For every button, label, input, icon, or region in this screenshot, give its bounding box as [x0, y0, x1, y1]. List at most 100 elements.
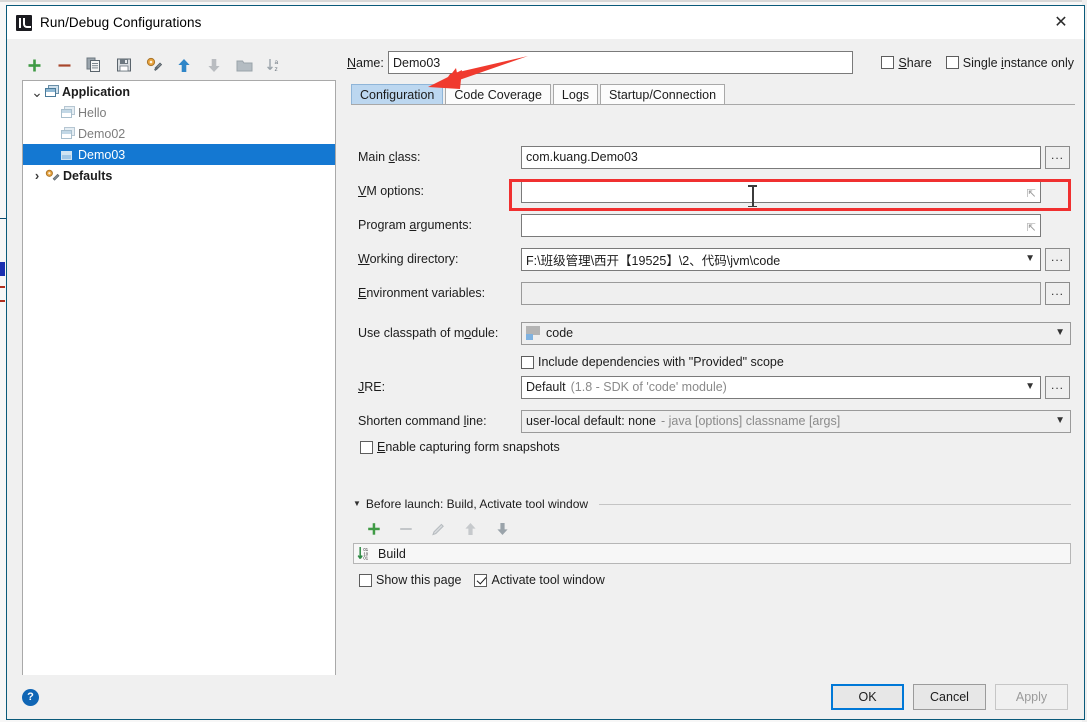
dialog-body: a z ⌄ Application Hello Demo02 Demo03 › Defaul… — [7, 39, 1084, 719]
run-debug-configurations-dialog: Run/Debug Configurations ✕ a z ⌄ Applica… — [6, 5, 1085, 720]
ok-button[interactable]: OK — [831, 684, 904, 710]
edit-defaults-button[interactable] — [141, 53, 167, 77]
dialog-action-buttons: OK Cancel Apply — [831, 684, 1068, 710]
configurations-tree[interactable]: ⌄ Application Hello Demo02 Demo03 › Defaults — [22, 80, 336, 718]
edit-task-button — [425, 517, 451, 541]
tab-configuration[interactable]: Configuration — [351, 84, 444, 105]
single-instance-checkbox[interactable]: Single instance only — [945, 56, 1074, 70]
show-this-page-label: Show this page — [376, 573, 462, 587]
use-classpath-of-module-input[interactable]: code ▼ — [521, 321, 1071, 345]
environment-variables-input[interactable] — [521, 281, 1041, 305]
working-directory-row: Working directory: F:\班级管理\西开【19525】\2、代… — [358, 247, 1070, 271]
save-configuration-button[interactable] — [111, 53, 137, 77]
configuration-editor-pane: Name: Share Single instance only Configu… — [347, 39, 1076, 719]
close-icon[interactable]: ✕ — [1038, 6, 1084, 38]
build-icon: 01 10 01 — [357, 546, 373, 561]
move-up-button[interactable] — [171, 53, 197, 77]
activate-tool-window-checkbox[interactable]: Activate tool window — [474, 573, 605, 587]
triangle-down-icon[interactable]: ▼ — [353, 500, 361, 508]
copy-configuration-button[interactable] — [81, 53, 107, 77]
dialog-footer: ? OK Cancel Apply — [7, 675, 1084, 719]
tree-item-demo03[interactable]: Demo03 — [23, 144, 335, 165]
before-launch-task-list[interactable]: 01 10 01 Build — [353, 543, 1071, 564]
name-row: Name: Share Single instance only — [347, 51, 1076, 74]
share-checkbox[interactable]: Share — [881, 55, 932, 70]
enable-capturing-form-snapshots-checkbox[interactable]: Enable capturing form snapshots — [360, 438, 560, 456]
task-move-up-button — [457, 517, 483, 541]
main-class-value: com.kuang.Demo03 — [526, 150, 638, 164]
working-directory-input[interactable]: F:\班级管理\西开【19525】\2、代码\jvm\code ▼ — [521, 247, 1041, 271]
add-configuration-button[interactable] — [21, 53, 47, 77]
tree-item-hello[interactable]: Hello — [23, 102, 335, 123]
move-down-button[interactable] — [201, 53, 227, 77]
program-arguments-input[interactable]: ⇱ — [521, 213, 1041, 237]
activate-tool-window-checkbox-box[interactable] — [474, 573, 488, 587]
tab-configuration-label: Configuration — [360, 88, 435, 102]
tree-item-defaults[interactable]: › Defaults — [23, 165, 335, 186]
tree-item-label: Demo02 — [78, 126, 126, 141]
module-icon — [526, 326, 541, 340]
main-class-browse-button[interactable]: ... — [1045, 145, 1070, 169]
jre-value-hint: (1.8 - SDK of 'code' module) — [570, 380, 727, 394]
ellipsis-icon: ... — [1050, 249, 1064, 264]
help-icon[interactable]: ? — [22, 688, 39, 706]
use-classpath-of-module-value: code — [546, 326, 574, 340]
show-this-page-checkbox[interactable]: Show this page — [359, 573, 461, 587]
sort-az-icon: a z — [266, 59, 278, 73]
name-input[interactable] — [388, 51, 853, 74]
arrow-down-icon — [208, 58, 220, 72]
task-move-down-button — [489, 517, 515, 541]
chevron-down-icon[interactable]: ▼ — [1055, 328, 1065, 338]
enable-capturing-form-snapshots-checkbox-box[interactable] — [360, 440, 373, 454]
chevron-down-icon[interactable]: ▼ — [1025, 254, 1035, 264]
include-provided-scope-checkbox[interactable]: Include dependencies with "Provided" sco… — [521, 353, 784, 371]
dialog-title: Run/Debug Configurations — [40, 15, 202, 30]
chevron-down-icon[interactable]: ▼ — [1025, 382, 1035, 392]
help-icon-glyph: ? — [27, 691, 34, 703]
program-arguments-label: Program arguments: — [358, 218, 472, 232]
shorten-command-line-label: Shorten command line: — [358, 414, 487, 428]
show-this-page-checkbox-box[interactable] — [359, 573, 372, 587]
tab-logs[interactable]: Logs — [552, 84, 599, 105]
tab-logs-label: Logs — [561, 88, 590, 102]
jre-browse-button[interactable]: ... — [1045, 375, 1070, 399]
jre-input[interactable]: Default (1.8 - SDK of 'code' module) ▼ — [521, 375, 1041, 399]
copy-icon — [86, 57, 100, 72]
tree-item-demo02[interactable]: Demo02 — [23, 123, 335, 144]
share-checkbox-box[interactable] — [881, 56, 895, 69]
cancel-button[interactable]: Cancel — [913, 684, 986, 710]
main-class-label: Main class: — [358, 150, 421, 164]
environment-variables-browse-button[interactable]: ... — [1045, 281, 1070, 305]
chevron-down-icon[interactable]: ⌄ — [29, 85, 45, 99]
expand-editor-icon[interactable]: ⇱ — [1027, 188, 1036, 200]
share-checkbox-label: Share — [898, 55, 932, 70]
cancel-button-label: Cancel — [930, 690, 969, 704]
tab-startup-connection[interactable]: Startup/Connection — [600, 84, 726, 105]
shorten-command-line-input[interactable]: user-local default: none - java [options… — [521, 409, 1071, 433]
move-into-folder-button[interactable] — [231, 53, 257, 77]
before-launch-header[interactable]: ▼ Before launch: Build, Activate tool wi… — [353, 496, 1071, 512]
application-icon — [61, 105, 76, 120]
tab-code-coverage[interactable]: Code Coverage — [445, 84, 551, 105]
working-directory-browse-button[interactable]: ... — [1045, 247, 1070, 271]
remove-configuration-button[interactable] — [51, 53, 77, 77]
expand-editor-icon[interactable]: ⇱ — [1027, 222, 1036, 234]
tree-item-label: Demo03 — [78, 147, 126, 162]
tree-item-label: Defaults — [63, 168, 113, 183]
include-provided-scope-checkbox-box[interactable] — [521, 355, 534, 369]
main-class-input[interactable]: com.kuang.Demo03 — [521, 145, 1041, 169]
shorten-command-line-value: user-local default: none — [526, 414, 656, 428]
jre-value: Default — [526, 380, 566, 394]
tree-item-application[interactable]: ⌄ Application — [23, 81, 335, 102]
sort-configurations-button[interactable]: a z — [261, 53, 287, 77]
chevron-right-icon[interactable]: › — [29, 169, 45, 182]
tree-item-label: Hello — [78, 105, 107, 120]
activate-tool-window-label: Activate tool window — [491, 573, 605, 587]
add-task-button[interactable] — [361, 517, 387, 541]
single-instance-checkbox-box[interactable] — [945, 56, 959, 69]
vm-options-input[interactable]: ⇱ — [521, 179, 1041, 203]
vm-options-label: VM options: — [358, 184, 425, 198]
chevron-down-icon[interactable]: ▼ — [1055, 416, 1065, 426]
configuration-tab-content: Main class: com.kuang.Demo03 ... VM opti… — [351, 104, 1075, 719]
application-icon — [61, 148, 76, 162]
